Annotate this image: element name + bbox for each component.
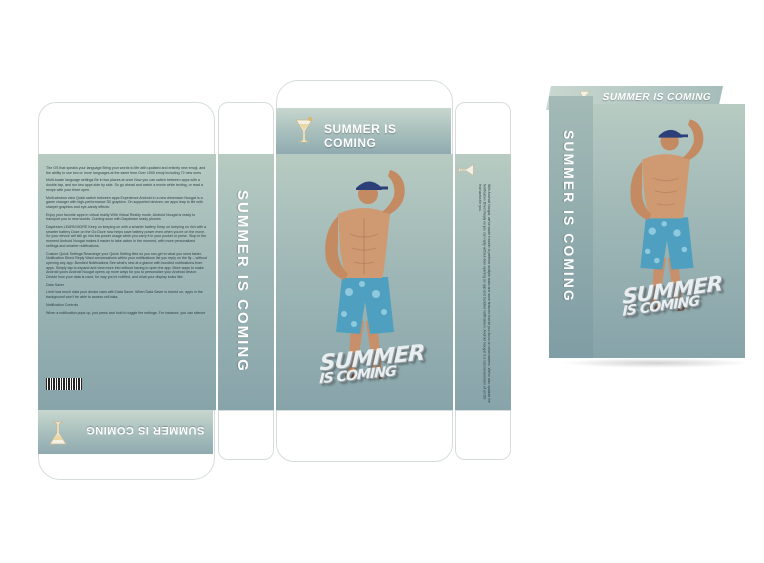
- back-panel-text: The OS that speaks your language Bring y…: [46, 166, 208, 318]
- cocktail-glass-icon: [295, 117, 313, 143]
- dieline-bottom-glue-right: [455, 410, 511, 460]
- cocktail-glass-icon: [49, 421, 67, 445]
- back-text-paragraph: Multi-window view Quick switch between a…: [46, 195, 203, 209]
- dieline-glue-flap-right: [455, 102, 511, 156]
- barcode: [46, 378, 82, 390]
- top-flap-title: SUMMER IS COMING: [324, 122, 397, 150]
- back-text-paragraph: Notification Controls: [46, 302, 79, 307]
- dieline-bottom-glue-left: [218, 410, 274, 460]
- left-spine-title: SUMMER IS COMING: [234, 190, 251, 373]
- back-text-paragraph: Custom Quick Settings Rearrange your Qui…: [46, 251, 207, 280]
- back-panel: The OS that speaks your language Bring y…: [38, 154, 216, 410]
- top-flap-art: SUMMER IS COMING: [276, 108, 451, 154]
- back-text-paragraph: The OS that speaks your language Bring y…: [46, 166, 206, 175]
- left-spine-panel: SUMMER IS COMING: [218, 154, 274, 410]
- dieline-top-left-flap: [38, 102, 215, 156]
- box-shadow: [560, 358, 750, 368]
- back-text-paragraph: Daydream LEARN MORE Keep on keeping on w…: [46, 225, 207, 248]
- back-text-paragraph: When a notification pops up, just press …: [46, 310, 206, 315]
- right-spine-panel: With Android Nougat, we've made it easie…: [455, 154, 511, 410]
- bottom-flap-art: SUMMER IS COMING: [38, 410, 213, 454]
- bottom-flap-title: SUMMER IS COMING: [85, 424, 205, 436]
- cocktail-glass-icon: [458, 164, 474, 176]
- front-panel: SUMMER IS COMING: [276, 154, 453, 410]
- right-spine-text: With Android Nougat, we've made it easie…: [478, 184, 491, 403]
- box-side-title: SUMMER IS COMING: [561, 130, 577, 303]
- back-text-paragraph: Multi-locale language settings Be in two…: [46, 178, 204, 192]
- back-text-paragraph: Data Saver: [46, 282, 64, 287]
- dieline-glue-flap-left: [218, 102, 274, 156]
- box-side-face: SUMMER IS COMING: [549, 96, 593, 358]
- back-text-paragraph: Enjoy your favorite apps in virtual real…: [46, 212, 196, 222]
- box-front-face: SUMMER IS COMING: [593, 104, 745, 358]
- back-text-paragraph: Limit how much data your device uses wit…: [46, 290, 203, 300]
- dieline-bottom-flap-front: [276, 410, 453, 462]
- box-top-title: SUMMER IS COMING: [601, 92, 713, 103]
